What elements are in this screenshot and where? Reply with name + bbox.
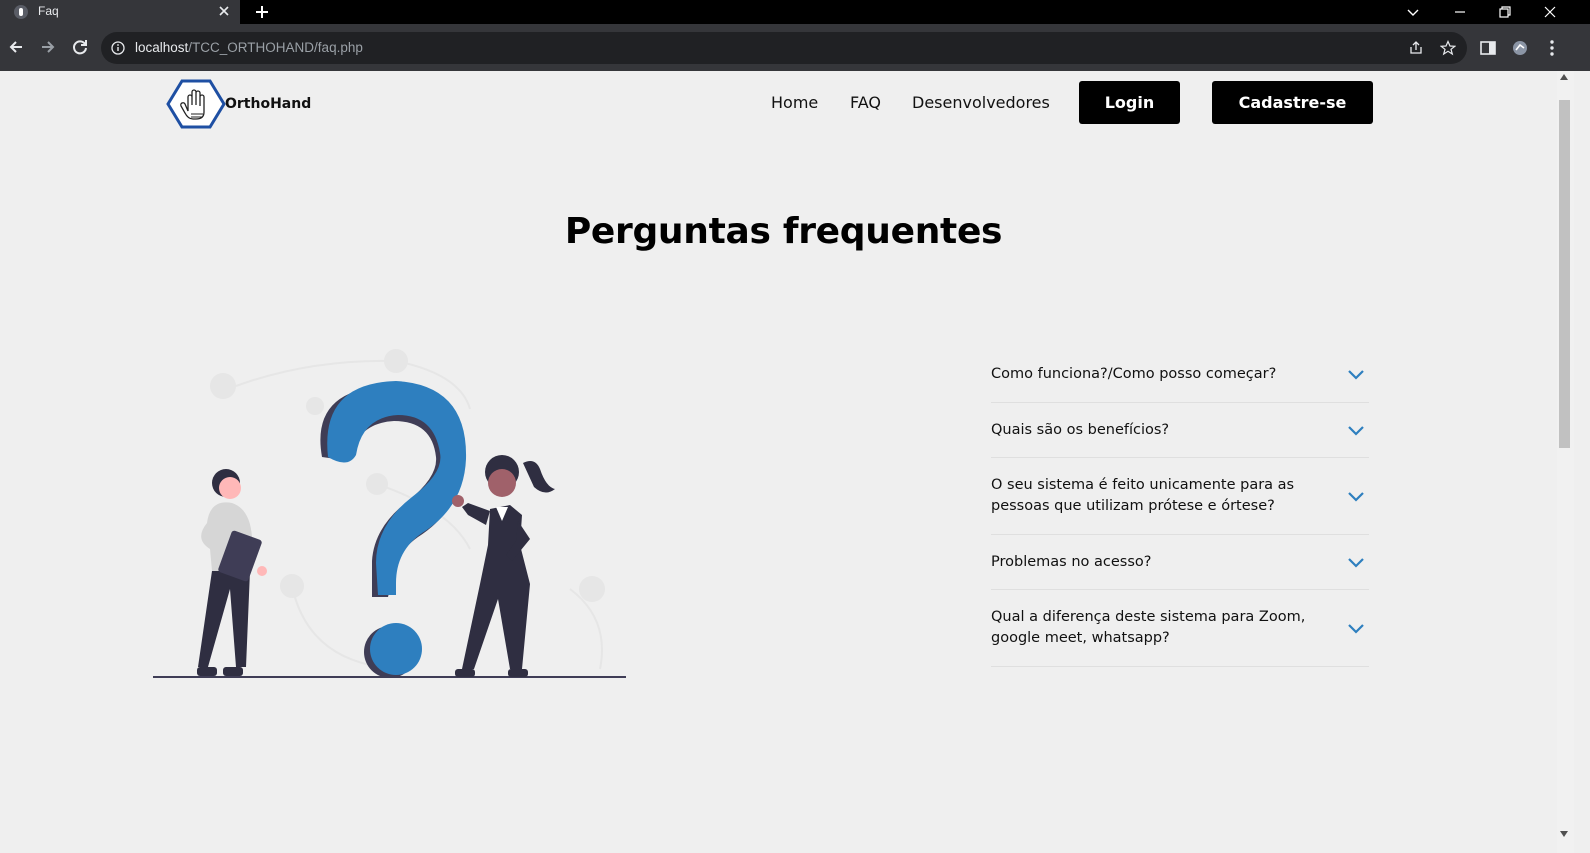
page-content: OrthoHand Home FAQ Desenvolvedores Login…	[0, 71, 1557, 853]
faq-question: Problemas no acesso?	[991, 553, 1152, 570]
star-icon[interactable]	[1440, 40, 1456, 56]
faq-question: Qual a diferença deste sistema para Zoom…	[991, 609, 1306, 646]
faq-question: O seu sistema é feito unicamente para as…	[991, 477, 1295, 514]
chevron-down-icon[interactable]	[1347, 556, 1365, 568]
url-host: localhost	[135, 40, 189, 55]
chevron-down-icon[interactable]	[1347, 424, 1365, 436]
browser-tab[interactable]: Faq	[0, 0, 240, 24]
url-path: /TCC_ORTHOHAND/faq.php	[188, 40, 363, 55]
sidebar-icon[interactable]	[1478, 38, 1498, 58]
nav-developers-link[interactable]: Desenvolvedores	[912, 93, 1050, 112]
scrollbar-thumb[interactable]	[1559, 100, 1570, 448]
page-title: Perguntas frequentes	[564, 211, 1003, 252]
restore-icon[interactable]	[1495, 2, 1515, 22]
faq-item[interactable]: Quais são os benefícios?	[991, 403, 1369, 458]
faq-item[interactable]: Como funciona?/Como posso começar?	[991, 346, 1369, 403]
faq-illustration	[153, 349, 626, 678]
url-text: localhost/TCC_ORTHOHAND/faq.php	[135, 40, 363, 55]
nav-faq-link[interactable]: FAQ	[850, 93, 881, 112]
minimize-icon[interactable]	[1450, 2, 1470, 22]
faq-accordion: Como funciona?/Como posso começar? Quais…	[991, 346, 1369, 667]
reload-icon[interactable]	[70, 37, 90, 57]
menu-icon[interactable]	[1542, 38, 1562, 58]
tab-search-icon[interactable]	[1403, 2, 1423, 22]
back-icon[interactable]	[6, 37, 26, 57]
scroll-down-icon[interactable]	[1560, 831, 1568, 837]
browser-tab-strip: Faq	[0, 0, 1590, 24]
login-button[interactable]: Login	[1079, 81, 1180, 124]
chevron-down-icon[interactable]	[1347, 490, 1365, 502]
logo-text[interactable]: OrthoHand	[225, 96, 311, 112]
faq-item[interactable]: Qual a diferença deste sistema para Zoom…	[991, 590, 1369, 667]
faq-question: Quais são os benefícios?	[991, 421, 1170, 438]
scroll-up-icon[interactable]	[1560, 74, 1568, 80]
browser-toolbar: localhost/TCC_ORTHOHAND/faq.php	[0, 24, 1590, 71]
orthohand-logo-icon[interactable]	[166, 78, 226, 130]
close-window-icon[interactable]	[1540, 2, 1560, 22]
faq-question: Como funciona?/Como posso começar?	[991, 365, 1277, 382]
close-tab-icon[interactable]	[216, 3, 232, 19]
forward-icon[interactable]	[38, 37, 58, 57]
new-tab-icon[interactable]	[252, 2, 272, 22]
address-bar[interactable]: localhost/TCC_ORTHOHAND/faq.php	[101, 32, 1467, 64]
signup-button[interactable]: Cadastre-se	[1212, 81, 1373, 124]
chevron-down-icon[interactable]	[1347, 622, 1365, 634]
chevron-down-icon[interactable]	[1347, 368, 1365, 380]
tab-title: Faq	[38, 4, 59, 18]
nav-home-link[interactable]: Home	[771, 93, 818, 112]
faq-item[interactable]: O seu sistema é feito unicamente para as…	[991, 458, 1369, 535]
favicon-icon	[14, 5, 28, 19]
extension-icon[interactable]	[1510, 38, 1530, 58]
share-icon[interactable]	[1408, 40, 1424, 56]
info-icon[interactable]	[111, 41, 125, 55]
faq-item[interactable]: Problemas no acesso?	[991, 535, 1369, 590]
